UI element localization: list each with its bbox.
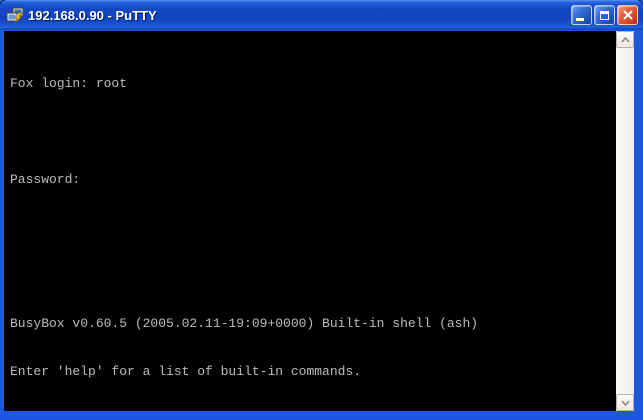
client-area: Fox login: root Password: BusyBox v0.60.… bbox=[0, 30, 634, 411]
scroll-up-button[interactable] bbox=[616, 31, 634, 48]
minimize-icon bbox=[576, 18, 584, 21]
terminal-line-password: Password: bbox=[10, 172, 616, 188]
terminal-screen[interactable]: Fox login: root Password: BusyBox v0.60.… bbox=[4, 31, 616, 411]
scrollbar-thumb[interactable] bbox=[616, 48, 634, 394]
chevron-down-icon bbox=[621, 400, 630, 406]
minimize-button[interactable] bbox=[571, 5, 592, 25]
close-icon bbox=[623, 10, 633, 20]
scrollbar[interactable] bbox=[616, 31, 634, 411]
terminal-blank-line bbox=[10, 124, 616, 140]
window-title: 192.168.0.90 - PuTTY bbox=[28, 8, 571, 23]
putty-window: 192.168.0.90 - PuTTY Fox login: root Pas… bbox=[0, 0, 643, 420]
close-button[interactable] bbox=[617, 5, 638, 25]
terminal-blank-line bbox=[10, 220, 616, 236]
maximize-button[interactable] bbox=[594, 5, 615, 25]
chevron-up-icon bbox=[621, 37, 630, 43]
terminal-blank-line bbox=[10, 268, 616, 284]
putty-icon bbox=[6, 7, 24, 24]
terminal-line-login: Fox login: root bbox=[10, 76, 616, 92]
terminal-line-help: Enter 'help' for a list of built-in comm… bbox=[10, 364, 616, 380]
maximize-icon bbox=[600, 11, 609, 20]
window-controls bbox=[571, 5, 638, 25]
terminal-line-busybox: BusyBox v0.60.5 (2005.02.11-19:09+0000) … bbox=[10, 316, 616, 332]
scroll-down-button[interactable] bbox=[616, 394, 634, 411]
titlebar[interactable]: 192.168.0.90 - PuTTY bbox=[0, 0, 643, 30]
